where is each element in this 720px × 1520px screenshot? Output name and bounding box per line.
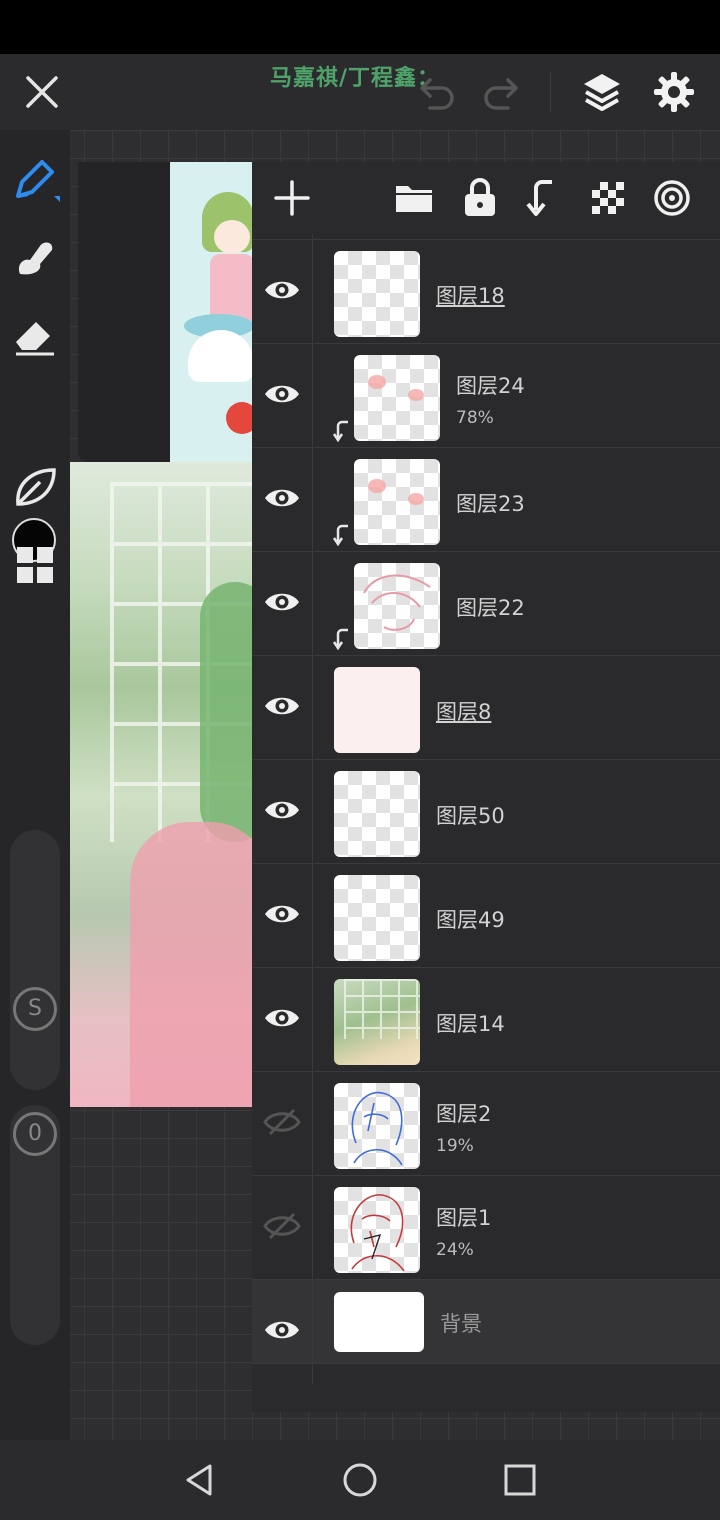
eye-icon[interactable] bbox=[262, 790, 302, 830]
eye-icon[interactable] bbox=[262, 582, 302, 622]
home-icon[interactable] bbox=[340, 1460, 380, 1500]
row-divider bbox=[312, 760, 313, 864]
layer-name[interactable]: 图层23 bbox=[456, 488, 525, 518]
row-divider bbox=[312, 448, 313, 552]
layer-thumbnail[interactable] bbox=[334, 979, 420, 1065]
recents-icon[interactable] bbox=[500, 1460, 540, 1500]
back-icon[interactable] bbox=[180, 1460, 220, 1500]
reference-image[interactable] bbox=[170, 162, 254, 462]
reference-red-button bbox=[226, 402, 254, 434]
layer-name[interactable]: 图层24 bbox=[456, 370, 525, 400]
layer-thumbnail[interactable] bbox=[334, 251, 420, 337]
row-divider bbox=[312, 864, 313, 968]
layer-panel: 图层19图层18图层2478%图层23图层22图层8图层50图层49图层14图层… bbox=[252, 162, 720, 1412]
layer-row[interactable]: 图层50 bbox=[252, 760, 720, 864]
eraser-icon[interactable] bbox=[10, 310, 60, 360]
gear-icon[interactable] bbox=[652, 70, 696, 114]
clipping-arrow-icon bbox=[332, 524, 348, 546]
layer-name[interactable]: 图层1 bbox=[436, 1202, 491, 1232]
redo-icon[interactable] bbox=[480, 74, 522, 110]
layer-name[interactable]: 图层50 bbox=[436, 800, 505, 830]
layer-name[interactable]: 图层2 bbox=[436, 1098, 491, 1128]
row-divider bbox=[312, 552, 313, 656]
layer-row[interactable]: 图层8 bbox=[252, 656, 720, 760]
undo-icon[interactable] bbox=[416, 74, 458, 110]
layer-thumbnail[interactable] bbox=[334, 1292, 424, 1352]
clipping-arrow-icon bbox=[332, 420, 348, 442]
target-icon[interactable] bbox=[648, 174, 696, 222]
layer-thumbnail[interactable] bbox=[354, 563, 440, 649]
eye-icon[interactable] bbox=[262, 686, 302, 726]
left-toolbar: S 0 bbox=[0, 130, 70, 1440]
layer-row[interactable]: 图层24 78% bbox=[252, 344, 720, 448]
folder-icon[interactable] bbox=[390, 174, 438, 222]
layer-toolbar bbox=[252, 162, 720, 234]
grid-menu-icon[interactable] bbox=[10, 540, 60, 590]
clip-icon[interactable] bbox=[520, 174, 568, 222]
clipping-arrow-icon bbox=[332, 628, 348, 650]
layer-opacity: 78% bbox=[456, 408, 494, 428]
eye-icon[interactable] bbox=[262, 1310, 302, 1350]
layer-row[interactable]: 背景 bbox=[252, 1280, 720, 1384]
layer-name[interactable]: 图层22 bbox=[456, 592, 525, 622]
layer-thumbnail[interactable] bbox=[354, 355, 440, 441]
layer-thumbnail[interactable] bbox=[334, 667, 420, 753]
smudge-icon[interactable] bbox=[10, 234, 60, 284]
layer-name[interactable]: 图层18 bbox=[436, 280, 505, 310]
brush-opacity-badge: 0 bbox=[13, 1112, 57, 1156]
eye-icon[interactable] bbox=[262, 374, 302, 414]
layer-thumbnail[interactable] bbox=[334, 771, 420, 857]
layer-row[interactable]: 图层18 bbox=[252, 240, 720, 344]
layer-row[interactable]: 图层2 19% bbox=[252, 1072, 720, 1176]
alpha-checker-icon[interactable] bbox=[584, 174, 632, 222]
row-divider bbox=[312, 1280, 313, 1384]
brush-size-badge: S bbox=[13, 987, 57, 1031]
row-divider bbox=[312, 344, 313, 448]
layers-icon[interactable] bbox=[580, 70, 624, 114]
eye-icon[interactable] bbox=[262, 894, 302, 934]
eye-icon[interactable] bbox=[262, 998, 302, 1038]
top-bar: 马嘉祺/丁程鑫： bbox=[0, 54, 720, 130]
layer-name[interactable]: 图层8 bbox=[436, 696, 491, 726]
artwork-canvas[interactable] bbox=[70, 462, 254, 1107]
pen-icon[interactable] bbox=[10, 156, 60, 206]
layer-row[interactable]: 图层49 bbox=[252, 864, 720, 968]
artwork-hair bbox=[200, 582, 254, 842]
reference-blob bbox=[188, 330, 254, 382]
row-divider bbox=[312, 1072, 313, 1176]
close-icon[interactable] bbox=[22, 72, 62, 112]
leaf-icon[interactable] bbox=[10, 462, 60, 512]
layer-thumbnail[interactable] bbox=[334, 1187, 420, 1273]
layer-row[interactable]: 图层14 bbox=[252, 968, 720, 1072]
eye-icon[interactable] bbox=[262, 478, 302, 518]
layer-opacity: 19% bbox=[436, 1136, 474, 1156]
row-divider bbox=[312, 656, 313, 760]
row-divider bbox=[312, 240, 313, 344]
row-divider bbox=[312, 1176, 313, 1280]
eye-hidden-icon[interactable] bbox=[262, 1102, 302, 1142]
layer-row[interactable]: 图层1 24% bbox=[252, 1176, 720, 1280]
document-title: 马嘉祺/丁程鑫： bbox=[270, 66, 441, 91]
layer-row[interactable]: 图层22 bbox=[252, 552, 720, 656]
reference-chibi-face bbox=[214, 220, 250, 254]
layer-opacity: 24% bbox=[436, 1240, 474, 1260]
eye-icon[interactable] bbox=[262, 270, 302, 310]
layer-thumbnail[interactable] bbox=[334, 875, 420, 961]
toolbar-divider bbox=[550, 72, 551, 112]
layer-name[interactable]: 图层14 bbox=[436, 1008, 505, 1038]
status-bar bbox=[0, 0, 720, 54]
layer-name[interactable]: 图层49 bbox=[436, 904, 505, 934]
lock-icon[interactable] bbox=[456, 174, 504, 222]
layer-thumbnail[interactable] bbox=[354, 459, 440, 545]
add-icon[interactable] bbox=[268, 174, 316, 222]
layer-name[interactable]: 背景 bbox=[440, 1308, 482, 1338]
brush-size-slider[interactable] bbox=[10, 830, 60, 1090]
artwork-dress bbox=[130, 822, 254, 1107]
eye-hidden-icon[interactable] bbox=[262, 1206, 302, 1246]
row-divider bbox=[312, 968, 313, 1072]
layer-thumbnail[interactable] bbox=[334, 1083, 420, 1169]
layer-row[interactable]: 图层23 bbox=[252, 448, 720, 552]
system-navbar bbox=[0, 1440, 720, 1520]
